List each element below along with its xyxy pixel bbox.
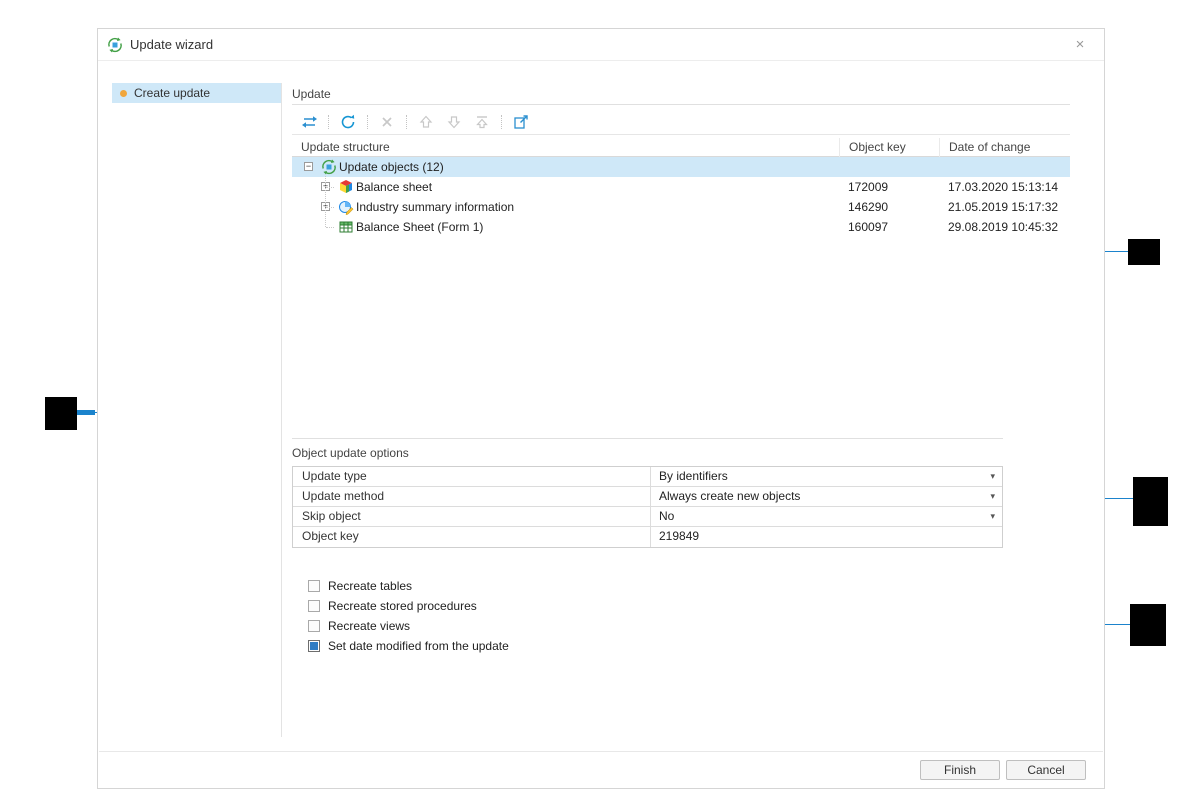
options-divider <box>292 438 1003 439</box>
wizard-steps-sidebar: Create update <box>112 83 282 737</box>
chevron-down-icon[interactable]: ▾ <box>990 487 995 506</box>
update-section-title: Update <box>292 87 331 101</box>
update-objects-icon <box>321 159 337 175</box>
option-row-object-key: Object key 219849 <box>293 527 1002 547</box>
close-icon[interactable]: × <box>1072 37 1088 53</box>
object-key-field[interactable]: 219849 <box>650 527 1002 547</box>
date-of-change-value: 17.03.2020 15:13:14 <box>948 177 1058 197</box>
move-down-icon[interactable] <box>445 113 463 131</box>
tree-node-label: Industry summary information <box>356 197 514 217</box>
sidebar-item-label: Create update <box>134 86 210 100</box>
toolbar-divider <box>292 134 1070 135</box>
option-row-update-method: Update method Always create new objects … <box>293 487 1002 507</box>
object-key-value: 160097 <box>848 217 888 237</box>
chevron-down-icon[interactable]: ▾ <box>990 467 995 486</box>
checkbox-recreate-tables[interactable]: Recreate tables <box>308 578 412 594</box>
update-wizard-dialog: Update wizard × Create update Update <box>97 28 1105 789</box>
tree-node-label: Balance Sheet (Form 1) <box>356 217 483 237</box>
tree-guideline <box>326 227 334 228</box>
tree-toolbar <box>300 110 530 134</box>
open-in-editor-icon[interactable] <box>512 113 530 131</box>
object-key-value: 172009 <box>848 177 888 197</box>
footer-divider <box>99 751 1103 752</box>
section-divider <box>292 104 1070 105</box>
redaction-box-left <box>45 397 77 430</box>
checkbox-icon[interactable] <box>308 620 320 632</box>
tree-node-label: Balance sheet <box>356 177 432 197</box>
option-label: Skip object <box>293 507 650 526</box>
tree-row-balance-sheet[interactable]: + Balance sheet 172009 17.03.2020 15:13:… <box>292 177 1070 197</box>
toolbar-separator <box>406 115 407 129</box>
chevron-down-icon[interactable]: ▾ <box>990 507 995 526</box>
column-header-update-structure[interactable]: Update structure <box>292 138 839 157</box>
checkbox-label: Set date modified from the update <box>328 640 509 653</box>
update-wizard-icon <box>106 36 124 54</box>
options-section-title: Object update options <box>292 446 409 460</box>
tree-row-update-objects[interactable]: − Update objects (12) <box>292 157 1070 177</box>
move-up-icon[interactable] <box>417 113 435 131</box>
tree-guideline <box>326 207 334 208</box>
checkbox-label: Recreate stored procedures <box>328 600 477 613</box>
option-label: Object key <box>293 527 650 547</box>
selected-value: Always create new objects <box>659 489 800 503</box>
checkbox-set-date-modified[interactable]: Set date modified from the update <box>308 638 509 654</box>
move-to-top-icon[interactable] <box>473 113 491 131</box>
tree-row-industry-summary[interactable]: + Industry summary information 146290 21… <box>292 197 1070 217</box>
callout-line-left <box>77 410 95 415</box>
tree-guideline <box>326 187 334 188</box>
green-table-icon <box>338 219 354 235</box>
update-type-select[interactable]: By identifiers ▾ <box>650 467 1002 486</box>
checkbox-icon[interactable] <box>308 580 320 592</box>
checkbox-recreate-views[interactable]: Recreate views <box>308 618 410 634</box>
checkbox-label: Recreate views <box>328 620 410 633</box>
date-of-change-value: 29.08.2019 10:45:32 <box>948 217 1058 237</box>
object-key-value: 146290 <box>848 197 888 217</box>
redaction-box-right-1 <box>1128 239 1160 265</box>
finish-button[interactable]: Finish <box>920 760 1000 780</box>
step-bullet-icon <box>120 90 127 97</box>
transfer-loop-icon[interactable] <box>300 113 318 131</box>
colored-cube-icon <box>338 179 354 195</box>
page: { "ui": { "dropdown_glyph": "▾", "accent… <box>0 0 1202 790</box>
toolbar-separator <box>328 115 329 129</box>
option-row-update-type: Update type By identifiers ▾ <box>293 467 1002 487</box>
tree-row-balance-sheet-form1[interactable]: Balance Sheet (Form 1) 160097 29.08.2019… <box>292 217 1070 237</box>
delete-icon[interactable] <box>378 113 396 131</box>
object-update-options-table: Update type By identifiers ▾ Update meth… <box>292 466 1003 548</box>
field-value: 219849 <box>659 529 699 543</box>
sidebar-item-create-update[interactable]: Create update <box>112 83 281 103</box>
checkbox-icon[interactable] <box>308 600 320 612</box>
titlebar: Update wizard × <box>98 29 1104 61</box>
main-panel: Update <box>292 85 1070 745</box>
selected-value: No <box>659 509 674 523</box>
redaction-box-right-2 <box>1133 477 1168 526</box>
toolbar-separator <box>501 115 502 129</box>
toolbar-separator <box>367 115 368 129</box>
tree-node-label: Update objects (12) <box>339 157 444 177</box>
checkbox-checked-icon[interactable] <box>308 640 320 652</box>
column-header-object-key[interactable]: Object key <box>839 138 939 157</box>
collapse-expander-icon[interactable]: − <box>304 162 313 171</box>
skip-object-select[interactable]: No ▾ <box>650 507 1002 526</box>
checkbox-recreate-stored-procedures[interactable]: Recreate stored procedures <box>308 598 477 614</box>
option-label: Update type <box>293 467 650 486</box>
redaction-box-right-3 <box>1130 604 1166 646</box>
date-of-change-value: 21.05.2019 15:17:32 <box>948 197 1058 217</box>
option-row-skip-object: Skip object No ▾ <box>293 507 1002 527</box>
checkbox-label: Recreate tables <box>328 580 412 593</box>
column-header-date-of-change[interactable]: Date of change <box>939 138 1070 157</box>
option-label: Update method <box>293 487 650 506</box>
checkbox-fill <box>310 642 318 650</box>
update-method-select[interactable]: Always create new objects ▾ <box>650 487 1002 506</box>
cancel-button[interactable]: Cancel <box>1006 760 1086 780</box>
selected-value: By identifiers <box>659 469 728 483</box>
refresh-icon[interactable] <box>339 113 357 131</box>
tree-column-headers: Update structure Object key Date of chan… <box>292 138 1070 157</box>
window-title: Update wizard <box>130 37 213 52</box>
tree-guideline <box>325 176 326 227</box>
pie-chart-pencil-icon <box>338 199 354 215</box>
